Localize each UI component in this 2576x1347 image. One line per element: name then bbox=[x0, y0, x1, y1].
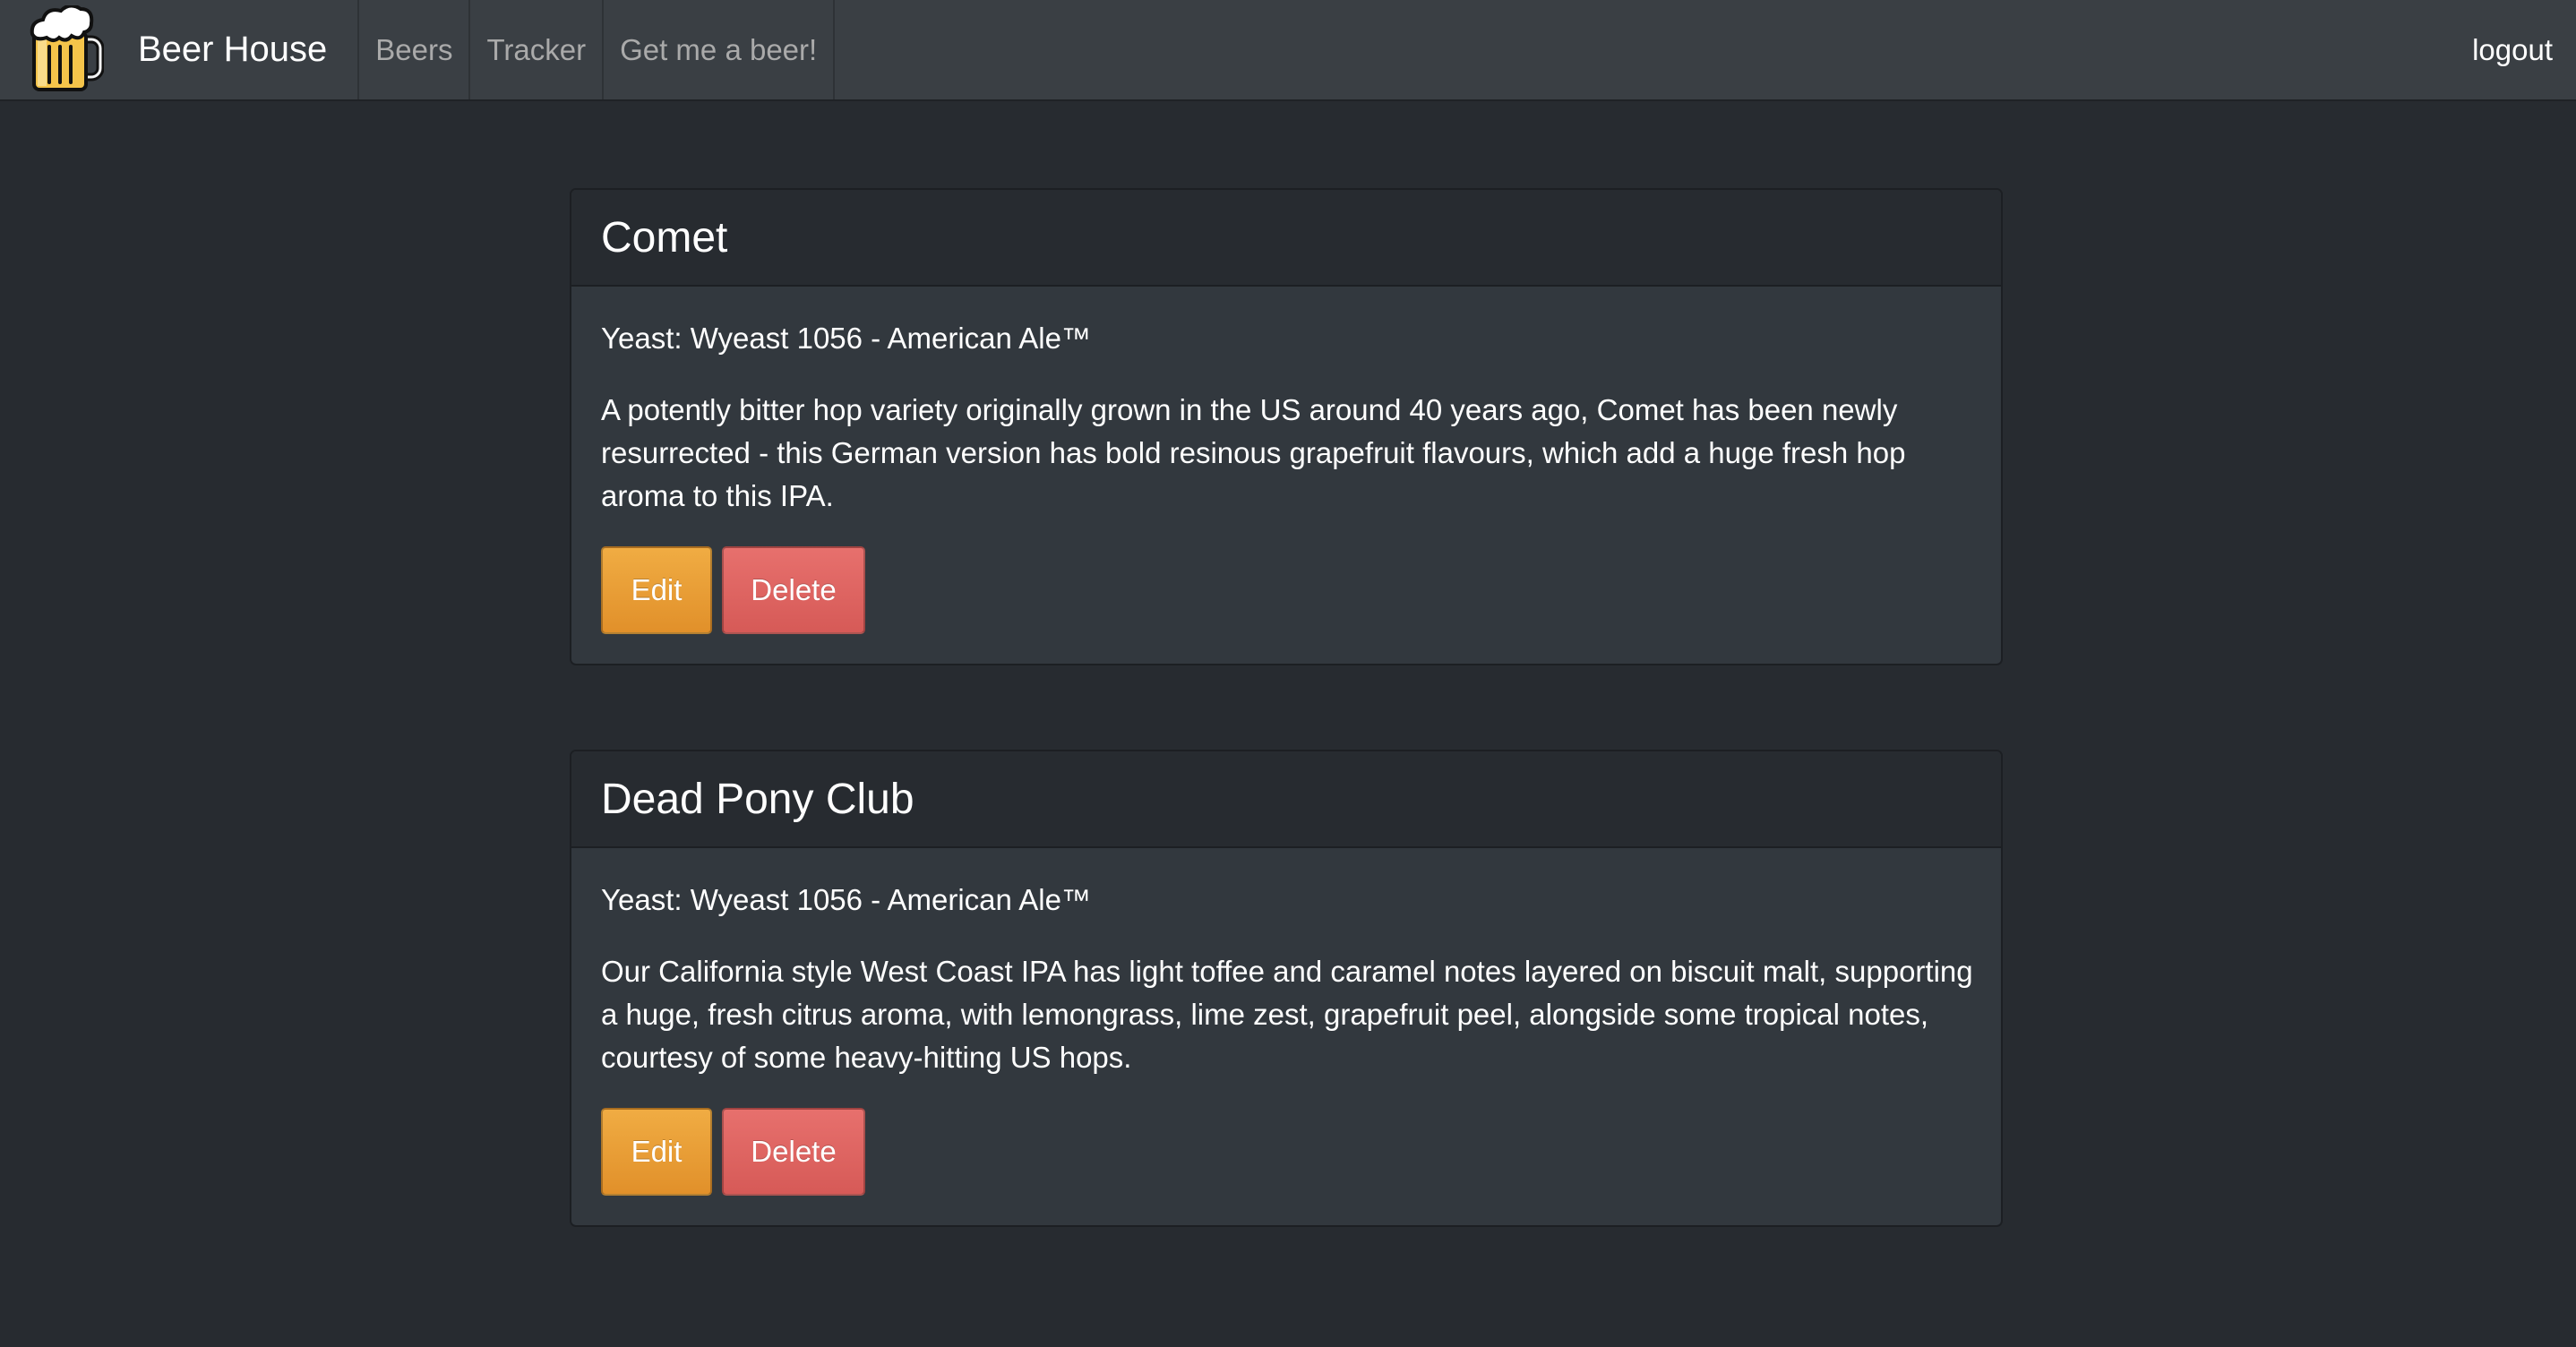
beer-card: Dead Pony Club Yeast: Wyeast 1056 - Amer… bbox=[570, 750, 2003, 1227]
beer-description: Our California style West Coast IPA has … bbox=[601, 955, 1973, 1074]
beer-yeast: Yeast: Wyeast 1056 - American Ale™ bbox=[601, 322, 1091, 355]
beer-description: A potently bitter hop variety originally… bbox=[601, 393, 1906, 512]
logout-link[interactable]: logout bbox=[2449, 0, 2576, 99]
edit-button[interactable]: Edit bbox=[601, 1108, 712, 1196]
card-actions: Edit Delete bbox=[601, 1108, 1971, 1196]
brand-name[interactable]: Beer House bbox=[138, 30, 327, 70]
brand[interactable]: Beer House bbox=[0, 0, 360, 99]
edit-button[interactable]: Edit bbox=[601, 546, 712, 634]
card-body: Yeast: Wyeast 1056 - American Ale™ Our C… bbox=[571, 848, 2001, 1196]
card-body: Yeast: Wyeast 1056 - American Ale™ A pot… bbox=[571, 287, 2001, 634]
beer-card: Comet Yeast: Wyeast 1056 - American Ale™… bbox=[570, 188, 2003, 665]
delete-button[interactable]: Delete bbox=[722, 546, 865, 634]
nav-link-beers[interactable]: Beers bbox=[359, 0, 471, 99]
beer-name: Dead Pony Club bbox=[601, 775, 914, 823]
beer-name: Comet bbox=[601, 213, 728, 262]
nav-link-tracker[interactable]: Tracker bbox=[470, 0, 605, 99]
nav-link-get-me-a-beer[interactable]: Get me a beer! bbox=[604, 0, 836, 99]
card-header: Comet bbox=[571, 190, 2001, 287]
beer-yeast: Yeast: Wyeast 1056 - American Ale™ bbox=[601, 883, 1091, 916]
card-header: Dead Pony Club bbox=[571, 751, 2001, 848]
delete-button[interactable]: Delete bbox=[722, 1108, 865, 1196]
top-navbar: Beer House Beers Tracker Get me a beer! … bbox=[0, 0, 2576, 101]
beer-mug-icon bbox=[30, 4, 104, 91]
card-actions: Edit Delete bbox=[601, 546, 1971, 634]
